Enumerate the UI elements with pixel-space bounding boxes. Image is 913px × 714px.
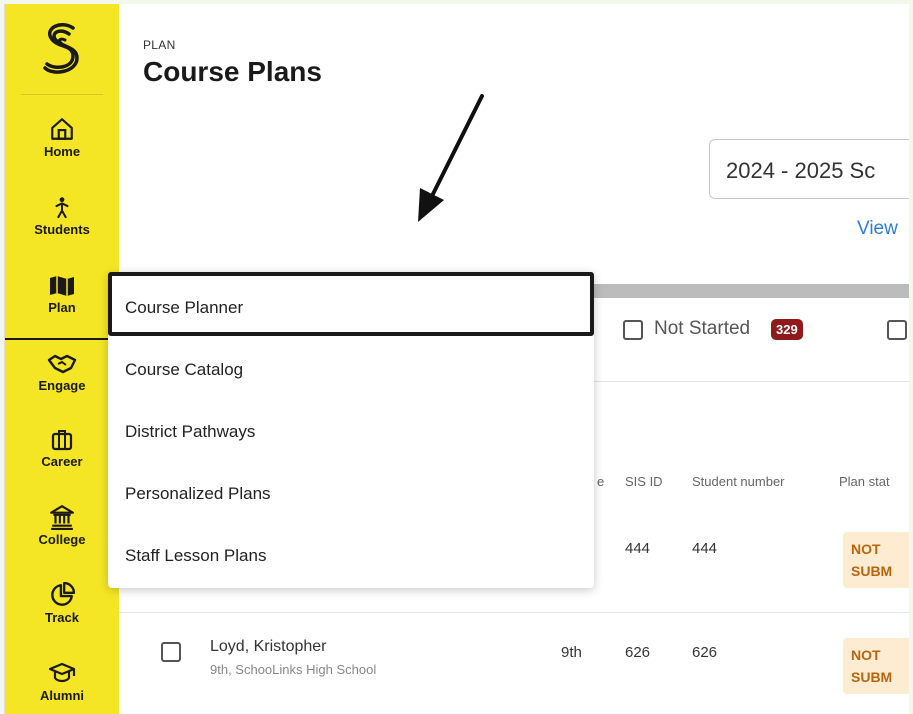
student-name[interactable]: Loyd, Kristopher (210, 638, 327, 656)
sidebar-item-plan[interactable]: Plan (5, 274, 119, 315)
active-indicator (5, 338, 119, 340)
map-icon (50, 276, 74, 296)
person-icon (55, 197, 69, 219)
sidebar-item-engage[interactable]: Engage (5, 352, 119, 393)
sis-id-cell: 626 (625, 644, 651, 661)
sidebar-item-track[interactable]: Track (5, 582, 119, 625)
graduation-cap-icon (48, 662, 76, 683)
schoolinks-logo-icon[interactable] (39, 22, 83, 74)
sidebar-item-label: Plan (48, 300, 76, 315)
sidebar-item-college[interactable]: College (5, 504, 119, 547)
filter-checkbox[interactable] (887, 320, 907, 340)
sidebar-item-label: Alumni (39, 688, 85, 703)
sidebar-item-label: Career (41, 454, 83, 469)
not-started-count-badge: 329 (771, 319, 803, 340)
sidebar-item-alumni[interactable]: Alumni (5, 660, 119, 703)
sidebar-item-label: College (38, 532, 86, 547)
row-divider (119, 612, 909, 613)
menu-item-staff-lesson-plans[interactable]: Staff Lesson Plans (108, 528, 594, 584)
student-number-cell: 626 (692, 644, 718, 661)
student-subtitle: 9th, SchooLinks High School (210, 662, 377, 677)
status-badge: NOT SUBM (843, 638, 909, 694)
handshake-icon (47, 354, 77, 374)
briefcase-icon (51, 430, 73, 451)
sidebar: Home Students Plan Engage Career College… (5, 4, 119, 714)
building-icon (50, 505, 74, 530)
sidebar-item-students[interactable]: Students (5, 194, 119, 237)
plan-dropdown-menu: Course Planner Course Catalog District P… (108, 272, 594, 588)
column-header-plan-status[interactable]: Plan stat (839, 474, 890, 489)
status-badge: NOT SUBM (843, 532, 909, 588)
sidebar-item-home[interactable]: Home (5, 116, 119, 159)
sis-id-cell: 444 (625, 540, 651, 557)
column-header-grade[interactable]: e (597, 474, 604, 489)
student-number-cell: 444 (692, 540, 718, 557)
sidebar-item-label: Home (43, 144, 81, 159)
home-icon (51, 118, 73, 140)
view-link[interactable]: View (857, 218, 898, 240)
pie-chart-icon (51, 582, 75, 606)
highlight-box (108, 272, 594, 336)
page-title: Course Plans (143, 56, 322, 87)
column-header-student-number[interactable]: Student number (692, 474, 785, 489)
sidebar-item-label: Track (45, 610, 79, 625)
grade-cell: 9th (561, 644, 582, 661)
school-year-select[interactable]: 2024 - 2025 Sc (709, 139, 909, 199)
sidebar-item-label: Engage (38, 378, 86, 393)
page-eyebrow: PLAN (143, 38, 176, 52)
sidebar-divider (21, 94, 103, 95)
app-window: Home Students Plan Engage Career College… (4, 4, 909, 714)
not-started-checkbox[interactable] (623, 320, 643, 340)
sidebar-item-career[interactable]: Career (5, 428, 119, 469)
not-started-label: Not Started (654, 318, 751, 339)
sidebar-item-label: Students (34, 222, 90, 237)
menu-item-personalized-plans[interactable]: Personalized Plans (108, 466, 594, 522)
column-header-sis-id[interactable]: SIS ID (625, 474, 663, 489)
row-checkbox[interactable] (161, 642, 181, 662)
menu-item-district-pathways[interactable]: District Pathways (108, 404, 594, 460)
table-row[interactable]: Loyd, Kristopher 9th, SchooLinks High Sc… (119, 614, 909, 714)
menu-item-course-catalog[interactable]: Course Catalog (108, 342, 594, 398)
